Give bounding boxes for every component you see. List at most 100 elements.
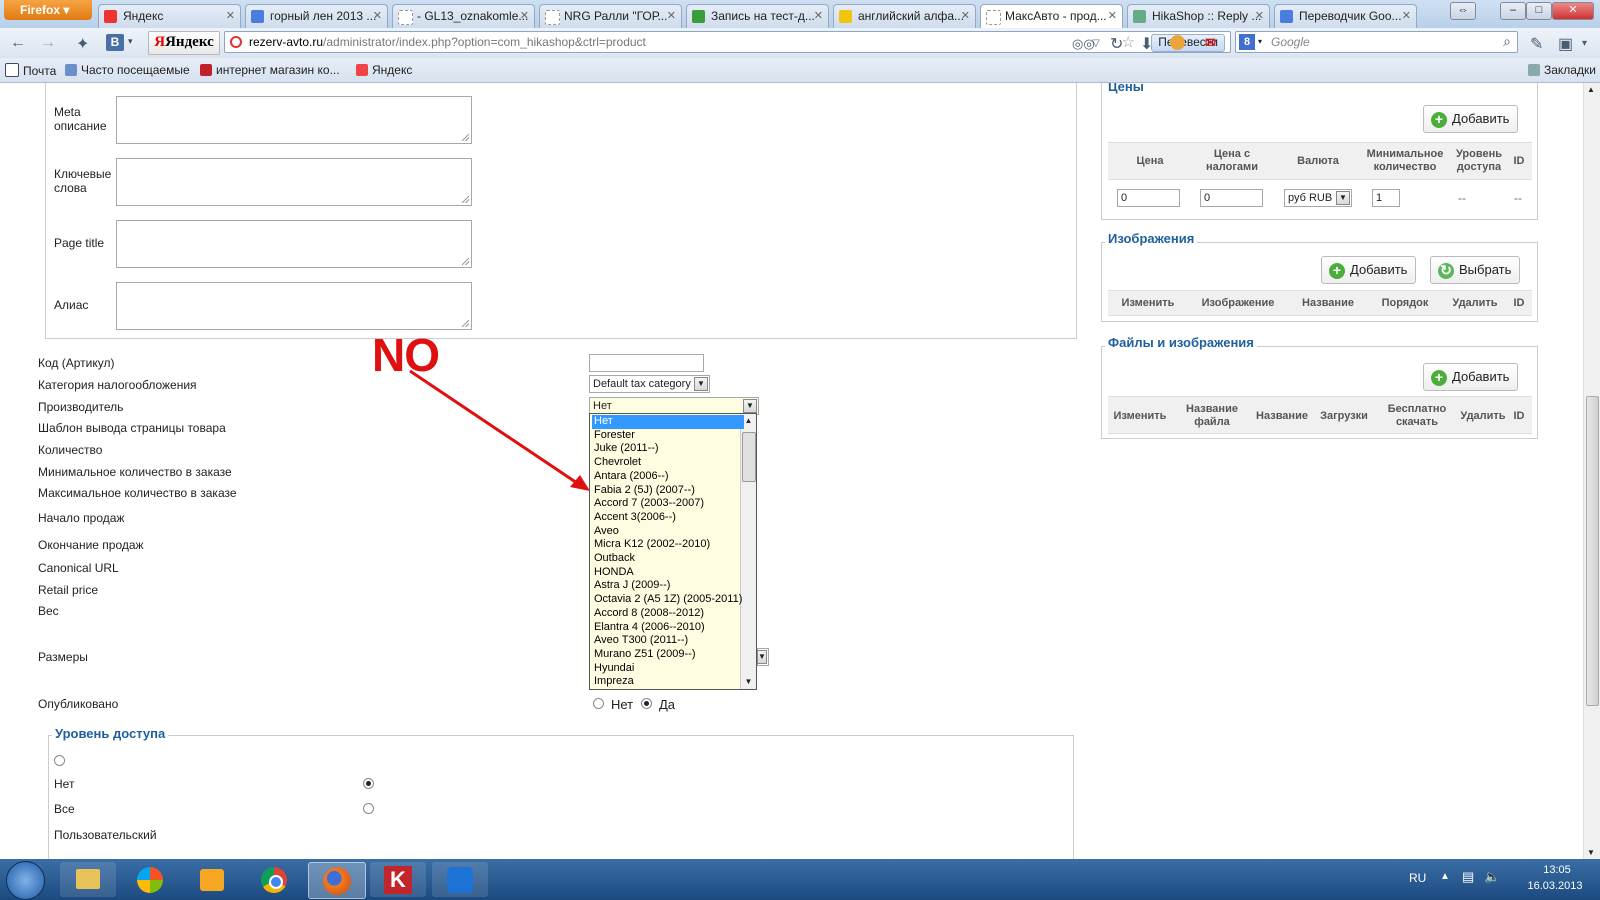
access-blank-radio[interactable] bbox=[54, 755, 65, 766]
addon-icon[interactable]: ✦ bbox=[76, 34, 89, 54]
maximize-icon[interactable]: □ bbox=[1526, 2, 1552, 20]
taskbar-windows[interactable] bbox=[122, 862, 178, 897]
price-tax-input[interactable]: 0 bbox=[1200, 189, 1263, 207]
close-icon[interactable]: ✕ bbox=[667, 5, 676, 27]
alias-textarea[interactable] bbox=[116, 282, 472, 330]
dropdown-option[interactable]: Murano Z51 (2009--) bbox=[592, 648, 744, 662]
addon-circle-icon[interactable] bbox=[1170, 35, 1185, 50]
price-input[interactable]: 0 bbox=[1117, 189, 1180, 207]
dropdown-option[interactable]: Impreza bbox=[592, 675, 744, 689]
add-image-button[interactable]: + Добавить bbox=[1321, 256, 1417, 284]
close-icon[interactable]: ✕ bbox=[1255, 5, 1264, 27]
tab-7[interactable]: HikaShop :: Reply ... ✕ bbox=[1127, 4, 1270, 28]
search-icon[interactable]: ⌕ bbox=[1503, 33, 1511, 50]
close-icon[interactable]: ✕ bbox=[373, 5, 382, 27]
restore-tabs-icon[interactable]: ⇔ bbox=[1450, 2, 1476, 20]
yandex-button[interactable]: ЯЯндекс bbox=[148, 31, 220, 55]
dropdown-option[interactable]: Elantra 4 (2006--2010) bbox=[592, 621, 744, 635]
dropdown-option[interactable]: Aveo T300 (2011--) bbox=[592, 634, 744, 648]
download-icon[interactable]: ⬇ bbox=[1140, 34, 1153, 54]
dropdown-option[interactable]: Accord 8 (2008--2012) bbox=[592, 607, 744, 621]
add-file-button[interactable]: + Добавить bbox=[1423, 363, 1519, 391]
access-all-radio[interactable] bbox=[363, 803, 374, 814]
close-icon[interactable]: ✕ bbox=[814, 5, 823, 27]
dropdown-option[interactable]: Aveo bbox=[592, 525, 744, 539]
star-icon[interactable]: ☆ bbox=[1122, 33, 1135, 51]
search-input[interactable]: 8 ▾ Google ⌕ bbox=[1235, 31, 1518, 53]
taskbar-teamviewer[interactable] bbox=[432, 862, 488, 897]
page-scroll-thumb[interactable] bbox=[1586, 396, 1599, 706]
tab-2[interactable]: - GL13_oznakomle... ✕ bbox=[392, 4, 535, 28]
reload-icon[interactable]: ↻ bbox=[1110, 34, 1123, 54]
taskbar-chrome[interactable] bbox=[246, 862, 302, 897]
overflow-icon[interactable]: ▾ bbox=[1582, 38, 1587, 49]
chevron-down-icon[interactable]: ▽ bbox=[1092, 38, 1100, 49]
language-indicator[interactable]: RU bbox=[1409, 871, 1426, 885]
dropdown-option[interactable]: Outback bbox=[592, 552, 744, 566]
dropdown-option[interactable]: Antara (2006--) bbox=[592, 470, 744, 484]
bookmark-most-visited[interactable]: Часто посещаемые bbox=[65, 63, 190, 77]
tab-3[interactable]: NRG Ралли "ГОР... ✕ bbox=[539, 4, 682, 28]
forward-icon[interactable]: → bbox=[40, 34, 56, 52]
tab-8[interactable]: Переводчик Goo... ✕ bbox=[1274, 4, 1417, 28]
volume-icon[interactable]: 🔈 bbox=[1484, 869, 1500, 885]
add-price-button[interactable]: + Добавить bbox=[1423, 105, 1519, 133]
min-qty-input[interactable]: 1 bbox=[1372, 189, 1400, 207]
network-icon[interactable]: ▤ bbox=[1462, 869, 1474, 885]
dropdown-option[interactable]: Forester bbox=[592, 429, 744, 443]
currency-select[interactable]: руб RUB ▼ bbox=[1284, 189, 1352, 207]
vk-icon[interactable]: B bbox=[106, 34, 124, 51]
access-none-radio[interactable] bbox=[363, 778, 374, 789]
published-yes-radio[interactable] bbox=[641, 698, 652, 709]
close-icon[interactable]: ✕ bbox=[226, 5, 235, 27]
start-button[interactable] bbox=[6, 861, 45, 900]
dropdown-option[interactable]: Hyundai bbox=[592, 662, 744, 676]
addon-square-icon[interactable]: ▣ bbox=[1558, 34, 1573, 54]
tax-category-select[interactable]: Default tax category ▼ bbox=[589, 375, 710, 393]
dropdown-option[interactable]: Нет bbox=[592, 415, 744, 429]
addon-wrench-icon[interactable]: ✎ bbox=[1530, 34, 1543, 54]
clock-time[interactable]: 13:05 bbox=[1532, 864, 1582, 876]
dropdown-option[interactable]: Octavia 2 (A5 1Z) (2005-2011) bbox=[592, 593, 744, 607]
dropdown-option[interactable]: Micra K12 (2002--2010) bbox=[592, 538, 744, 552]
published-no-radio[interactable] bbox=[593, 698, 604, 709]
close-icon[interactable]: ✕ bbox=[1402, 5, 1411, 27]
page-scrollbar[interactable]: ▲ ▼ bbox=[1583, 83, 1600, 859]
bookmark-store[interactable]: интернет магазин ко... bbox=[200, 63, 340, 77]
minimize-icon[interactable]: – bbox=[1500, 2, 1526, 20]
manufacturer-dropdown-list[interactable]: ▲ ▼ Нет Forester Juke (2011--) Chevrolet Ant… bbox=[589, 413, 757, 690]
dropdown-option[interactable]: Accent 3(2006--) bbox=[592, 511, 744, 525]
tab-5[interactable]: английский алфа... ✕ bbox=[833, 4, 976, 28]
firefox-menu-button[interactable]: Firefox ▾ bbox=[4, 0, 92, 20]
tab-1[interactable]: горный лен 2013 ... ✕ bbox=[245, 4, 388, 28]
close-window-icon[interactable]: ✕ bbox=[1552, 2, 1594, 20]
clock-date[interactable]: 16.03.2013 bbox=[1522, 880, 1588, 892]
tab-0[interactable]: Яндекс ✕ bbox=[98, 4, 241, 28]
chevron-down-icon[interactable]: ▼ bbox=[1587, 848, 1595, 857]
back-icon[interactable]: ← bbox=[10, 34, 26, 52]
tab-6-active[interactable]: МаксАвто - прод... ✕ bbox=[980, 4, 1123, 29]
bookmark-yandex[interactable]: Яндекс bbox=[356, 63, 412, 77]
dropdown-option[interactable]: Astra J (2009--) bbox=[592, 579, 744, 593]
dropdown-scroll-thumb[interactable] bbox=[742, 432, 756, 482]
dropdown-option[interactable]: Juke (2011--) bbox=[592, 442, 744, 456]
bookmarks-menu[interactable]: Закладки bbox=[1528, 63, 1596, 77]
tab-4[interactable]: Запись на тест-д... ✕ bbox=[686, 4, 829, 28]
close-icon[interactable]: ✕ bbox=[961, 5, 970, 27]
select-image-button[interactable]: ↻ Выбрать bbox=[1430, 256, 1521, 284]
meta-description-textarea[interactable] bbox=[116, 96, 472, 144]
close-icon[interactable]: ✕ bbox=[520, 5, 529, 27]
dropdown-option[interactable]: Fabia 2 (5J) (2007--) bbox=[592, 484, 744, 498]
page-title-textarea[interactable] bbox=[116, 220, 472, 268]
dropdown-option[interactable]: Accord 7 (2003--2007) bbox=[592, 497, 744, 511]
chevron-down-icon[interactable]: ▾ bbox=[128, 36, 133, 47]
mail-icon[interactable]: ✉ bbox=[1205, 35, 1216, 51]
bookmark-mail[interactable]: Почта bbox=[5, 63, 56, 78]
taskbar-firefox-active[interactable] bbox=[308, 862, 366, 899]
tray-expand-icon[interactable]: ▲ bbox=[1440, 871, 1450, 882]
dropdown-option[interactable]: Chevrolet bbox=[592, 456, 744, 470]
taskbar-kaspersky[interactable]: K bbox=[370, 862, 426, 897]
sku-input[interactable] bbox=[589, 354, 704, 372]
dropdown-option[interactable]: HONDA bbox=[592, 566, 744, 580]
close-icon[interactable]: ✕ bbox=[1108, 5, 1117, 27]
